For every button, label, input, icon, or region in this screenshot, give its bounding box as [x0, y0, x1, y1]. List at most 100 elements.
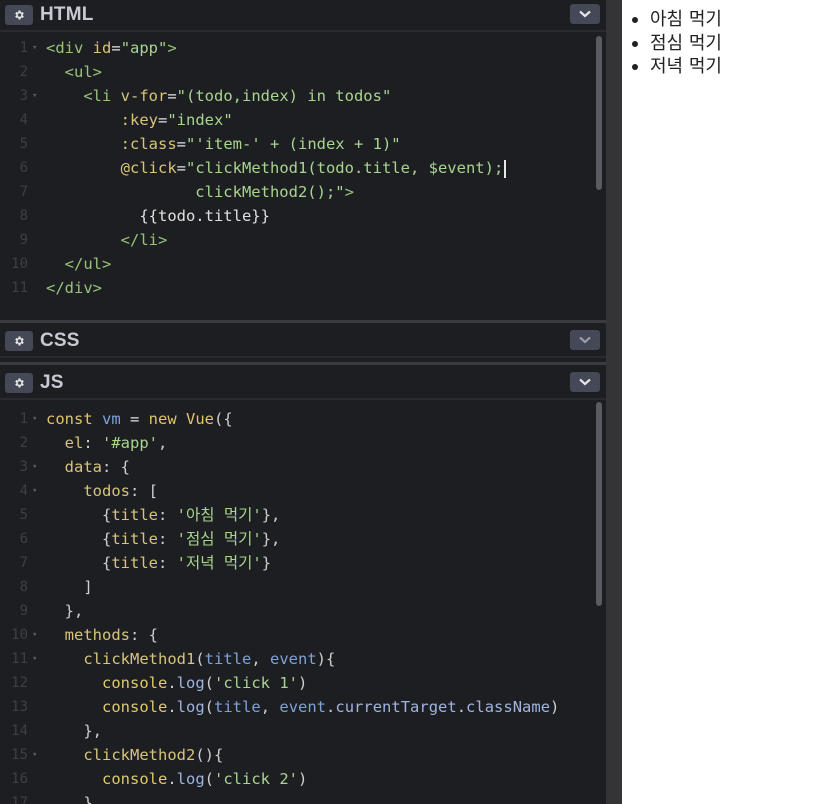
code-token: 'click 1'	[214, 674, 299, 692]
fold-arrow-icon[interactable]: ▾	[32, 647, 37, 671]
line-number: 7	[19, 555, 28, 571]
html-code-editor[interactable]: 1 ▾ <div id="app"> 2 <ul> 3 ▾ <li v-for="(tod…	[0, 36, 606, 320]
code-token: </ul>	[46, 255, 112, 273]
fold-arrow-icon[interactable]: ▾	[32, 407, 37, 431]
code-token: currentTarget	[335, 698, 457, 716]
fold-arrow-icon[interactable]: ▾	[32, 455, 37, 479]
code-token: (){	[195, 746, 224, 764]
code-token: =	[157, 111, 168, 129]
code-token: title	[111, 506, 158, 524]
code-line[interactable]: 4 :key="index"	[0, 108, 590, 132]
text-cursor	[504, 159, 506, 178]
code-token: },	[46, 722, 102, 740]
code-token: {	[46, 530, 112, 548]
code-token: "app"	[120, 39, 168, 57]
code-line[interactable]: 12 console.log('click 1')	[0, 671, 590, 695]
code-token: }	[261, 554, 272, 572]
code-line[interactable]: 5 :class="'item-' + (index + 1)"	[0, 132, 590, 156]
code-text: data: {	[46, 455, 130, 479]
code-line[interactable]: 1 ▾ <div id="app">	[0, 36, 590, 60]
code-line[interactable]: 2 el: '#app',	[0, 431, 590, 455]
code-token: :	[83, 434, 102, 452]
fold-arrow-icon[interactable]: ▾	[32, 623, 37, 647]
code-line[interactable]: 17 }	[0, 791, 590, 804]
line-number: 17	[11, 795, 28, 804]
code-line[interactable]: 11 ▾ clickMethod1(title, event){	[0, 647, 590, 671]
code-text: :class="'item-' + (index + 1)"	[46, 132, 401, 156]
code-line[interactable]: 15 ▾ clickMethod2(){	[0, 743, 590, 767]
css-collapse-button[interactable]	[570, 330, 600, 350]
code-token: </div>	[46, 279, 102, 297]
css-panel-header: CSS	[0, 326, 606, 358]
code-line[interactable]: 14 },	[0, 719, 590, 743]
code-text: </li>	[46, 228, 168, 252]
code-text: <div id="app">	[46, 36, 177, 60]
js-editor-scrollbar[interactable]	[596, 402, 602, 606]
code-token: .	[167, 698, 177, 716]
code-token: title	[111, 530, 158, 548]
code-token: (	[204, 770, 215, 788]
js-code-editor[interactable]: 1 ▾ const vm = new Vue({2 el: '#app', 3 ▾ da…	[0, 407, 606, 804]
code-line[interactable]: 3 ▾ data: {	[0, 455, 590, 479]
code-token: '점심 먹기'	[176, 530, 262, 548]
todo-item[interactable]: 점심 먹기	[632, 32, 722, 56]
html-editor-scrollbar[interactable]	[596, 36, 602, 190]
code-token: .	[167, 674, 177, 692]
code-text: console.log(title, event.currentTarget.c…	[46, 695, 559, 719]
line-number: 8	[19, 208, 28, 224]
code-text: todos: [	[46, 479, 158, 503]
code-token: new	[148, 410, 186, 428]
css-settings-button[interactable]	[5, 331, 33, 351]
fold-arrow-icon[interactable]: ▾	[32, 36, 37, 60]
line-number: 16	[11, 771, 28, 787]
code-line[interactable]: 16 console.log('click 2')	[0, 767, 590, 791]
code-line[interactable]: 1 ▾ const vm = new Vue({	[0, 407, 590, 431]
code-token: <li	[46, 87, 121, 105]
fold-arrow-icon[interactable]: ▾	[32, 743, 37, 767]
code-line[interactable]: 9 </li>	[0, 228, 590, 252]
code-line[interactable]: 7 {title: '저녁 먹기'}	[0, 551, 590, 575]
code-text: </ul>	[46, 252, 112, 276]
chevron-down-icon	[579, 336, 591, 344]
code-line[interactable]: 3 ▾ <li v-for="(todo,index) in todos"	[0, 84, 590, 108]
line-number: 10	[11, 256, 28, 272]
code-token: :	[158, 554, 177, 572]
fold-arrow-icon[interactable]: ▾	[32, 84, 37, 108]
code-line[interactable]: 9 },	[0, 599, 590, 623]
line-number: 5	[19, 136, 28, 152]
code-token: title	[204, 650, 252, 668]
code-token: '#app'	[102, 434, 158, 452]
code-line[interactable]: 5 {title: '아침 먹기'},	[0, 503, 590, 527]
pane-resize-divider[interactable]	[606, 0, 622, 804]
code-line[interactable]: 2 <ul>	[0, 60, 590, 84]
code-line[interactable]: 13 console.log(title, event.currentTarge…	[0, 695, 590, 719]
todo-item[interactable]: 아침 먹기	[632, 8, 722, 32]
code-token: @click	[120, 159, 177, 177]
code-token: el	[46, 434, 84, 452]
code-line[interactable]: 7 clickMethod2();">	[0, 180, 590, 204]
code-token: },	[46, 602, 84, 620]
code-line[interactable]: 10 </ul>	[0, 252, 590, 276]
code-token: ,	[251, 650, 270, 668]
line-number: 4	[19, 483, 28, 499]
code-token: ,	[158, 434, 168, 452]
js-collapse-button[interactable]	[570, 372, 600, 392]
code-line[interactable]: 6 {title: '점심 먹기'},	[0, 527, 590, 551]
html-collapse-button[interactable]	[570, 4, 600, 24]
html-settings-button[interactable]	[5, 5, 33, 25]
code-line[interactable]: 6 @click="clickMethod1(todo.title, $even…	[0, 156, 590, 180]
code-line[interactable]: 8 {{todo.title}}	[0, 204, 590, 228]
code-text: clickMethod2();">	[46, 180, 354, 204]
code-token: },	[261, 506, 281, 524]
js-settings-button[interactable]	[5, 373, 33, 393]
code-line[interactable]: 10 ▾ methods: {	[0, 623, 590, 647]
todo-item[interactable]: 저녁 먹기	[632, 55, 722, 79]
code-line[interactable]: 4 ▾ todos: [	[0, 479, 590, 503]
line-number: 6	[19, 160, 28, 176]
gear-icon	[15, 10, 24, 20]
code-line[interactable]: 8 ]	[0, 575, 590, 599]
code-text: <ul>	[46, 60, 102, 84]
code-line[interactable]: 11 </div>	[0, 276, 590, 300]
fold-arrow-icon[interactable]: ▾	[32, 479, 37, 503]
